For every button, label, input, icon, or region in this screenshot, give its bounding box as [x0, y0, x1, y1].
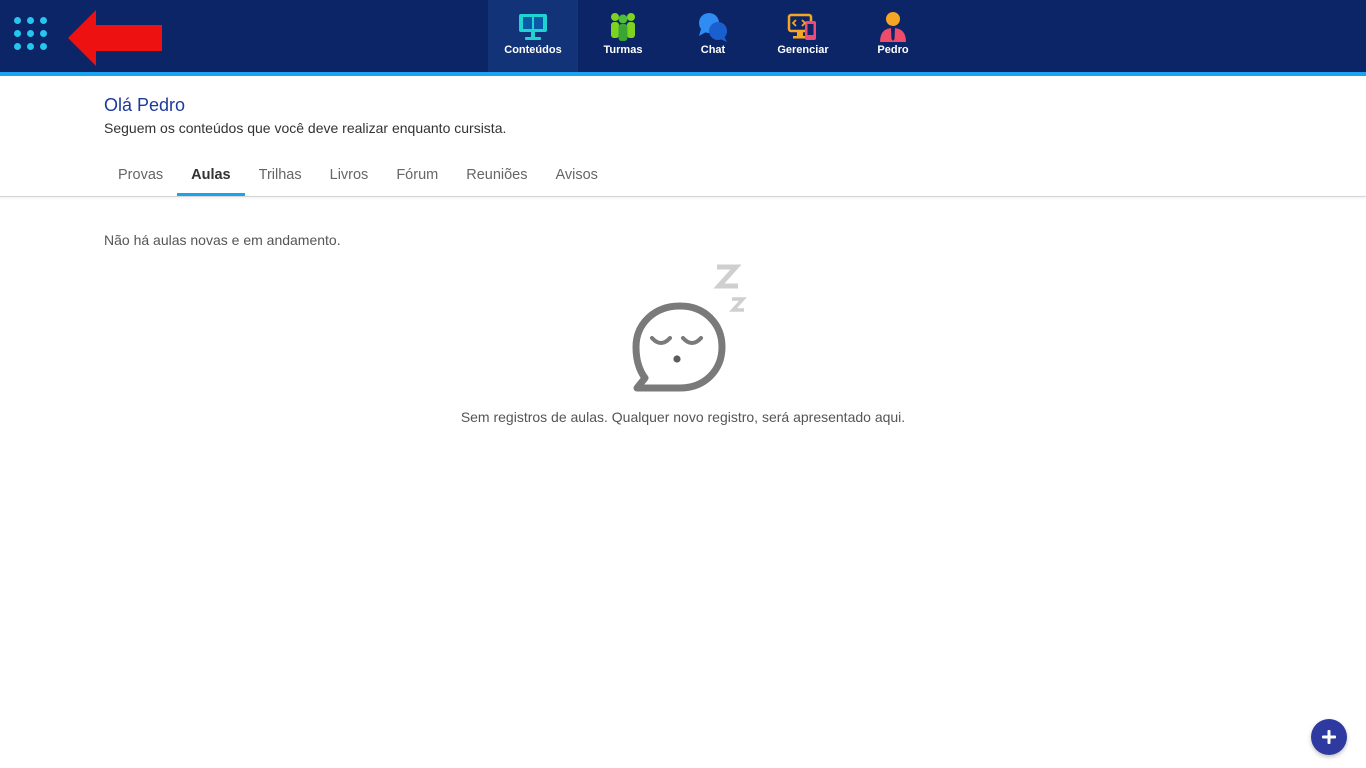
greeting-heading: Olá Pedro	[104, 95, 185, 116]
greeting-hello: Olá	[104, 95, 133, 115]
topbar-accent-line	[0, 72, 1366, 76]
user-profile-icon	[880, 12, 906, 42]
top-navigation-bar: Conteúdos Turmas Chat Gerenciar Pedro	[0, 0, 1366, 72]
nav-label: Conteúdos	[504, 44, 562, 56]
tab-aulas[interactable]: Aulas	[177, 160, 245, 196]
manage-devices-icon	[787, 13, 816, 40]
nav-item-conteudos[interactable]: Conteúdos	[488, 0, 578, 72]
tab-forum[interactable]: Fórum	[382, 160, 452, 196]
greeting-user-name: Pedro	[137, 95, 186, 115]
nav-label: Pedro	[877, 44, 909, 56]
monitor-book-icon	[519, 14, 547, 40]
chat-bubbles-icon	[699, 13, 727, 42]
nav-item-chat[interactable]: Chat	[668, 0, 758, 72]
red-arrow-icon	[68, 10, 162, 66]
empty-state-message: Sem registros de aulas. Qualquer novo re…	[460, 409, 906, 425]
nav-item-pedro[interactable]: Pedro	[848, 0, 938, 72]
page-subtitle: Seguem os conteúdos que você deve realiz…	[104, 120, 507, 136]
tab-livros[interactable]: Livros	[316, 160, 383, 196]
nav-label: Gerenciar	[777, 44, 829, 56]
tab-avisos[interactable]: Avisos	[541, 160, 611, 196]
nav-label: Turmas	[603, 44, 643, 56]
tab-reunioes[interactable]: Reuniões	[452, 160, 541, 196]
tab-provas[interactable]: Provas	[104, 160, 177, 196]
sleeping-chat-bubble-icon	[632, 264, 747, 392]
plus-icon	[1322, 730, 1336, 744]
apps-grid-icon[interactable]	[14, 17, 52, 55]
nav-label: Chat	[700, 44, 726, 56]
nav-item-turmas[interactable]: Turmas	[578, 0, 668, 72]
add-button[interactable]	[1311, 719, 1347, 755]
main-nav: Conteúdos Turmas Chat Gerenciar Pedro	[488, 0, 938, 72]
nav-item-gerenciar[interactable]: Gerenciar	[758, 0, 848, 72]
group-people-icon	[611, 13, 635, 41]
tabs-divider	[0, 196, 1366, 197]
content-tabs: Provas Aulas Trilhas Livros Fórum Reuniõ…	[104, 160, 612, 196]
tab-trilhas[interactable]: Trilhas	[245, 160, 316, 196]
empty-note: Não há aulas novas e em andamento.	[104, 232, 341, 248]
